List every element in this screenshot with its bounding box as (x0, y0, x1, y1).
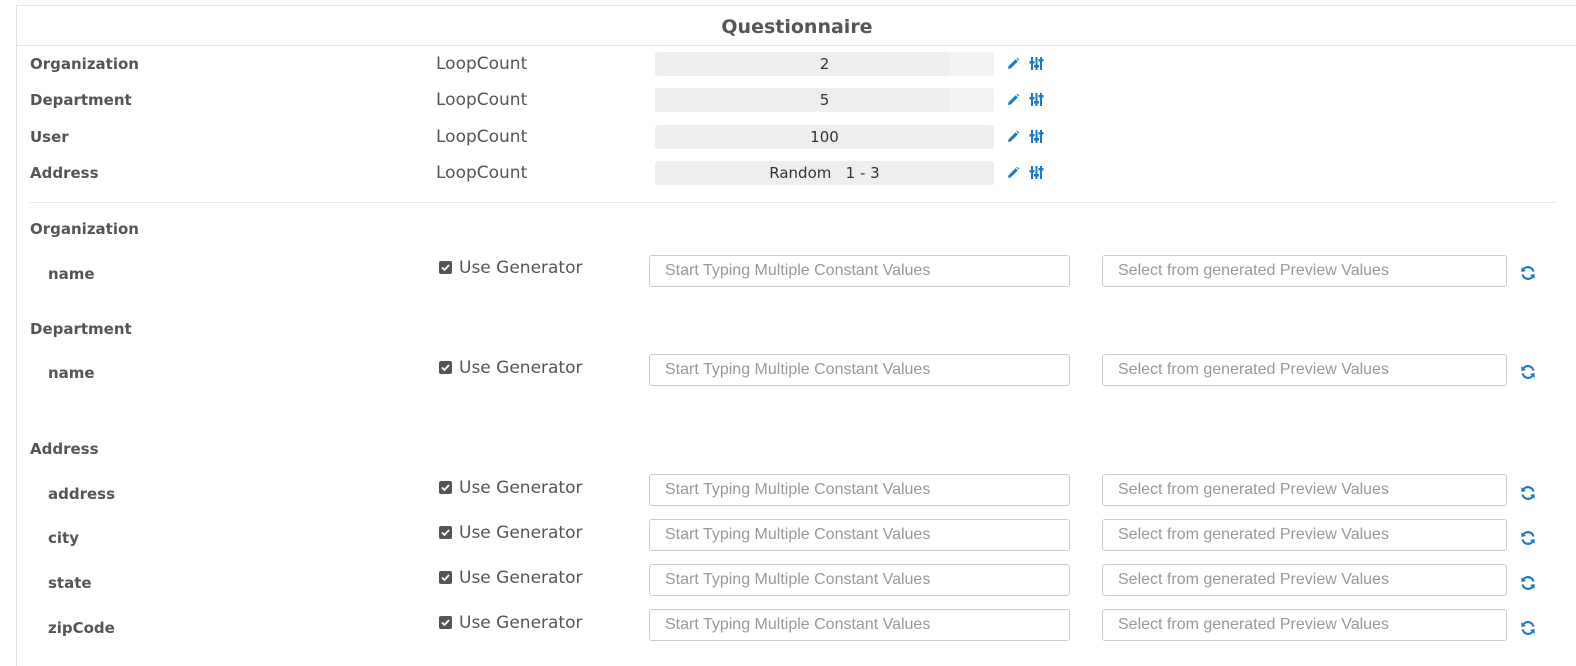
refresh-icon[interactable] (1520, 265, 1536, 281)
loop-count-value: 5 (819, 91, 830, 109)
loop-type-organization: LoopCount (436, 54, 528, 74)
sliders-icon[interactable] (1029, 165, 1044, 180)
constant-values-input[interactable]: Start Typing Multiple Constant Values (649, 519, 1070, 551)
use-generator-label[interactable]: Use Generator (459, 523, 583, 543)
use-generator-label[interactable]: Use Generator (459, 613, 583, 633)
loop-entity-department: Department (30, 91, 132, 109)
use-generator-label[interactable]: Use Generator (459, 258, 583, 278)
constant-values-input[interactable]: Start Typing Multiple Constant Values (649, 474, 1070, 506)
refresh-icon[interactable] (1520, 364, 1536, 380)
preview-values-select[interactable]: Select from generated Preview Values (1102, 474, 1507, 506)
field-label-address: address (48, 485, 116, 503)
refresh-icon[interactable] (1520, 530, 1536, 546)
loop-entity-user: User (30, 128, 69, 146)
use-generator-checkbox[interactable] (439, 361, 452, 374)
loop-count-value: 2 (819, 55, 830, 73)
field-label-organization-name: name (48, 265, 95, 283)
use-generator-checkbox[interactable] (439, 526, 452, 539)
section-title-department: Department (30, 320, 132, 338)
constant-values-input[interactable]: Start Typing Multiple Constant Values (649, 609, 1070, 641)
use-generator-checkbox[interactable] (439, 571, 452, 584)
loop-count-organization[interactable]: 2 (655, 52, 994, 76)
loop-entity-organization: Organization (30, 55, 139, 73)
use-generator-label[interactable]: Use Generator (459, 478, 583, 498)
refresh-icon[interactable] (1520, 620, 1536, 636)
section-divider (30, 202, 1556, 203)
sliders-icon[interactable] (1029, 56, 1044, 71)
use-generator-checkbox[interactable] (439, 261, 452, 274)
field-label-state: state (48, 574, 92, 592)
refresh-icon[interactable] (1520, 575, 1536, 591)
loop-count-value: Random 1 - 3 (769, 164, 880, 182)
use-generator-label[interactable]: Use Generator (459, 568, 583, 588)
field-label-zipcode: zipCode (48, 619, 115, 637)
use-generator-label[interactable]: Use Generator (459, 358, 583, 378)
loop-count-user[interactable]: 100 (655, 125, 994, 149)
panel-title: Questionnaire (17, 6, 1576, 46)
field-label-department-name: name (48, 364, 95, 382)
loop-count-department[interactable]: 5 (655, 88, 994, 112)
loop-type-address: LoopCount (436, 163, 528, 183)
loop-entity-address: Address (30, 164, 99, 182)
pencil-icon[interactable] (1006, 130, 1020, 144)
constant-values-input[interactable]: Start Typing Multiple Constant Values (649, 564, 1070, 596)
pencil-icon[interactable] (1006, 57, 1020, 71)
use-generator-checkbox[interactable] (439, 616, 452, 629)
field-label-city: city (48, 529, 79, 547)
pencil-icon[interactable] (1006, 93, 1020, 107)
preview-values-select[interactable]: Select from generated Preview Values (1102, 354, 1507, 386)
loop-count-value: 100 (810, 128, 839, 146)
loop-count-address[interactable]: Random 1 - 3 (655, 161, 994, 185)
preview-values-select[interactable]: Select from generated Preview Values (1102, 255, 1507, 287)
preview-values-select[interactable]: Select from generated Preview Values (1102, 609, 1507, 641)
loop-type-user: LoopCount (436, 127, 528, 147)
preview-values-select[interactable]: Select from generated Preview Values (1102, 519, 1507, 551)
use-generator-checkbox[interactable] (439, 481, 452, 494)
preview-values-select[interactable]: Select from generated Preview Values (1102, 564, 1507, 596)
constant-values-input[interactable]: Start Typing Multiple Constant Values (649, 354, 1070, 386)
section-title-address: Address (30, 440, 99, 458)
section-title-organization: Organization (30, 220, 139, 238)
sliders-icon[interactable] (1029, 129, 1044, 144)
loop-type-department: LoopCount (436, 90, 528, 110)
refresh-icon[interactable] (1520, 485, 1536, 501)
constant-values-input[interactable]: Start Typing Multiple Constant Values (649, 255, 1070, 287)
sliders-icon[interactable] (1029, 92, 1044, 107)
pencil-icon[interactable] (1006, 166, 1020, 180)
